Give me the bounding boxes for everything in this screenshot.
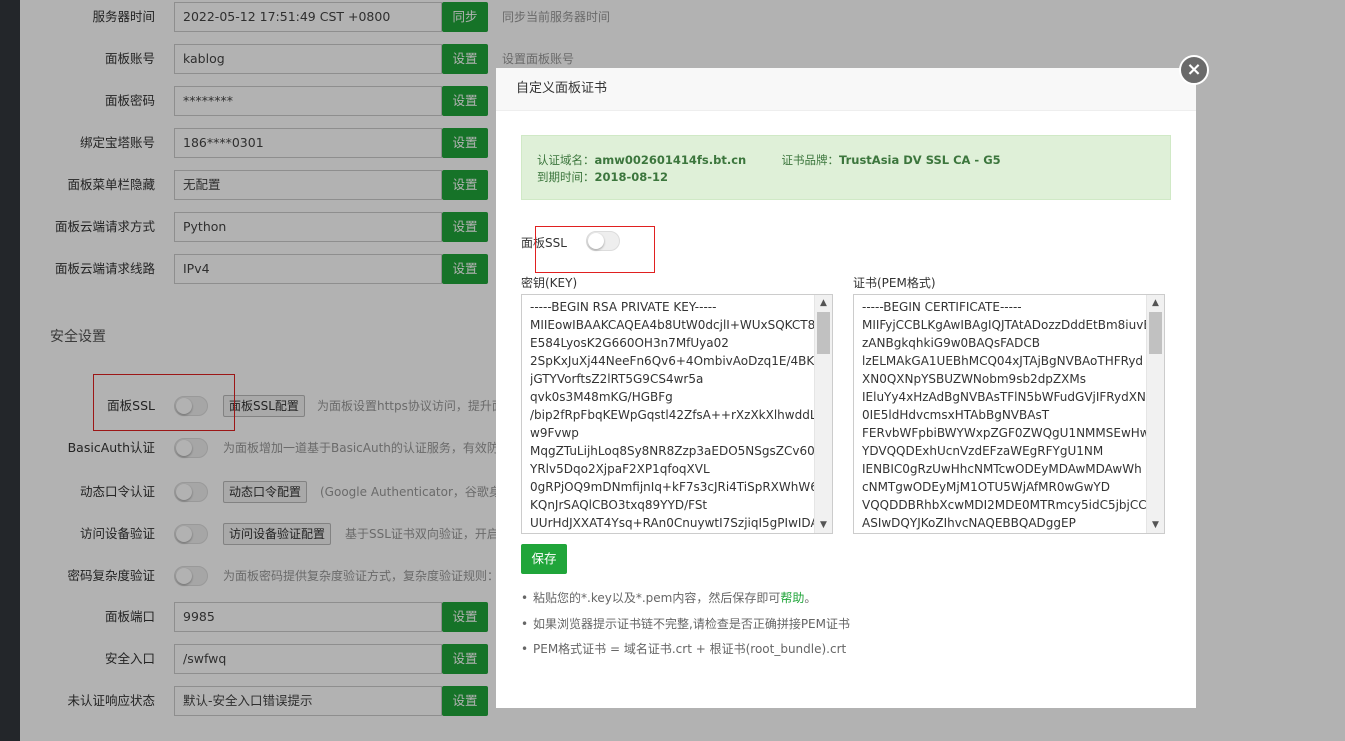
tip-pem: • PEM格式证书 = 域名证书.crt + 根证书(root_bundle).c…: [521, 642, 847, 656]
domain-label: 认证域名：: [537, 153, 595, 167]
text-line: YDVQQDExhUcnVzdEFzaWEgRFYgU1NM: [862, 444, 1104, 458]
tip-text: 如果浏览器提示证书链不完整,请检查是否正确拼接PEM证书: [533, 617, 850, 631]
scroll-up-icon[interactable]: ▲: [1147, 295, 1164, 311]
text-line: IENBIC0gRzUwHhcNMTcwODEyMDAwMDAwWh: [862, 462, 1142, 476]
text-line: 2SpKxJuXj44NeeFn6Qv6+4OmbivAoDzq1E/4BKE: [530, 354, 815, 368]
scroll-thumb[interactable]: [1149, 312, 1162, 354]
save-button[interactable]: 保存: [521, 544, 567, 574]
close-icon[interactable]: ×: [1179, 55, 1209, 85]
cert-text: -----BEGIN CERTIFICATE----- MIIFyjCCBLKgA…: [862, 298, 1147, 532]
text-line: MIIEowIBAAKCAQEA4b8UtW0dcjlI+WUxSQKCT8: [530, 318, 815, 332]
text-line: XN0QXNpYSBUZWNobm9sb2dpZXMs: [862, 372, 1086, 386]
tip-text: 粘贴您的*.key以及*.pem内容，然后保存即可: [533, 591, 781, 605]
cert-expire-line: 到期时间：2018-08-12: [537, 169, 668, 185]
text-line: cNMTgwODEyMjM1OTU5WjAfMR0wGwYD: [862, 480, 1110, 494]
custom-cert-modal: 自定义面板证书 认证域名：amw002601414fs.bt.cn 证书品牌：T…: [496, 68, 1196, 708]
brand-value: TrustAsia DV SSL CA - G5: [839, 153, 1001, 167]
expire-value: 2018-08-12: [594, 170, 669, 184]
key-scrollbar[interactable]: ▲ ▼: [814, 295, 832, 533]
scroll-down-icon[interactable]: ▼: [1147, 517, 1164, 533]
text-line: ASIwDQYJKoZIhvcNAQEBBQADggEP: [862, 516, 1076, 530]
highlight-box: [535, 226, 655, 273]
scroll-thumb[interactable]: [817, 312, 830, 354]
text-line: 0gRPjOQ9mDNmfijnIq+kF7s3cJRi4TiSpRXWhW6: [530, 480, 815, 494]
text-line: /bip2fRpFbqKEWpGqstl42ZfsA++rXzXkXlhwddL: [530, 408, 815, 422]
text-line: jGTYVorftsZ2lRT5G9CS4wr5a: [530, 372, 704, 386]
tip-chain: • 如果浏览器提示证书链不完整,请检查是否正确拼接PEM证书: [521, 617, 850, 631]
text-line: -----BEGIN CERTIFICATE-----: [862, 300, 1022, 314]
text-line: YRlv5Dqo2XjpaF2XP1qfoqXVL: [530, 462, 710, 476]
cert-textarea[interactable]: -----BEGIN CERTIFICATE----- MIIFyjCCBLKgA…: [853, 294, 1165, 534]
text-line: zANBgkqhkiG9w0BAQsFADCB: [862, 336, 1040, 350]
text-line: qvk0s3M48mKG/HGBFg: [530, 390, 673, 404]
text-line: IEluYy4xHzAdBgNVBAsTFlN5bWFudGVjIFRydXN: [862, 390, 1146, 404]
brand-label: 证书品牌：: [781, 153, 840, 167]
key-text: -----BEGIN RSA PRIVATE KEY----- MIIEowIBA…: [530, 298, 815, 532]
text-line: -----BEGIN RSA PRIVATE KEY-----: [530, 300, 717, 314]
text-line: KQnJrSAQlCBO3txq89YYD/FSt: [530, 498, 708, 512]
tip-punct: 。: [804, 591, 817, 605]
cert-label: 证书(PEM格式): [853, 276, 936, 290]
help-link[interactable]: 帮助: [780, 591, 804, 605]
key-label: 密钥(KEY): [521, 276, 578, 290]
text-line: 0IE5ldHdvcmsxHTAbBgNVBAsT: [862, 408, 1050, 422]
modal-title: 自定义面板证书: [516, 81, 608, 96]
tip-text: PEM格式证书 = 域名证书.crt + 根证书(root_bundle).cr…: [533, 642, 847, 656]
cert-info-box: 认证域名：amw002601414fs.bt.cn 证书品牌：TrustAsia…: [521, 135, 1171, 200]
cert-domain-line: 认证域名：amw002601414fs.bt.cn 证书品牌：TrustAsia…: [537, 152, 1001, 168]
modal-header: 自定义面板证书: [496, 68, 1196, 111]
text-line: MqgZTuLijhLoq8Sy8NR8Zzp3aEDO5NSgsZCv60Z: [530, 444, 815, 458]
expire-label: 到期时间：: [537, 170, 595, 184]
tip-paste: • 粘贴您的*.key以及*.pem内容，然后保存即可帮助。: [521, 591, 817, 605]
text-line: w9Fvwp: [530, 426, 579, 440]
text-line: UUrHdJXXAT4Ysq+RAn0CnuywtI7SzjiqI5gPIwID…: [530, 516, 815, 530]
scroll-down-icon[interactable]: ▼: [815, 517, 832, 533]
text-line: lzELMAkGA1UEBhMCQ04xJTAjBgNVBAoTHFRyd: [862, 354, 1144, 368]
domain-value: amw002601414fs.bt.cn: [594, 153, 747, 167]
scroll-up-icon[interactable]: ▲: [815, 295, 832, 311]
text-line: FERvbWFpbiBWYWxpZGF0ZWQgU1NMMSEwHw: [862, 426, 1147, 440]
text-line: MIIFyjCCBLKgAwIBAgIQJTAtADozzDddEtBm8iuv…: [862, 318, 1147, 332]
text-line: VQQDDBRhbXcwMDI2MDE0MTRmcy5idC5jbjCC: [862, 498, 1147, 512]
cert-scrollbar[interactable]: ▲ ▼: [1146, 295, 1164, 533]
text-line: E584LyosK2G660OH3n7MfUya02: [530, 336, 729, 350]
key-textarea[interactable]: -----BEGIN RSA PRIVATE KEY----- MIIEowIBA…: [521, 294, 833, 534]
